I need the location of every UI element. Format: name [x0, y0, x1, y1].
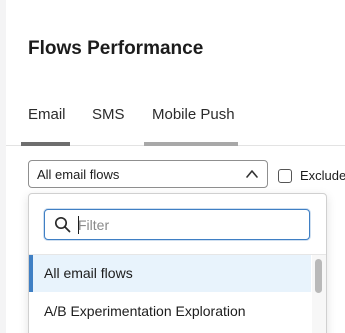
filter-field[interactable] [44, 209, 310, 240]
tab-mobile-push[interactable]: Mobile Push [144, 106, 238, 146]
page-title: Flows Performance [28, 38, 204, 59]
menu-scrollbar-thumb[interactable] [315, 259, 322, 293]
tab-mobile-push-label: Mobile Push [152, 106, 235, 123]
option-all-email-flows[interactable]: All email flows [29, 255, 311, 292]
tab-email-label: Email [28, 106, 66, 123]
flows-performance-card: Flows Performance Email SMS Mobile Push … [6, 0, 345, 333]
chevron-up-icon [246, 170, 258, 178]
tab-sms[interactable]: SMS [92, 106, 125, 145]
channel-tabs: Email SMS Mobile Push [6, 100, 345, 146]
tab-email[interactable]: Email [21, 106, 70, 146]
flow-select-dropdown[interactable]: All email flows [28, 160, 268, 188]
tab-mobile-push-underline [144, 142, 238, 146]
flow-select-value: All email flows [37, 167, 120, 182]
flow-select-menu: All email flows A/B Experimentation Expl… [28, 193, 327, 333]
filter-input[interactable] [78, 214, 303, 235]
search-icon [54, 216, 71, 233]
option-ab-experimentation-exploration[interactable]: A/B Experimentation Exploration [29, 293, 311, 330]
tab-sms-label: SMS [92, 106, 125, 123]
exclude-label: Exclude [300, 168, 345, 183]
tab-email-underline [21, 142, 70, 146]
exclude-checkbox[interactable] [278, 169, 292, 183]
